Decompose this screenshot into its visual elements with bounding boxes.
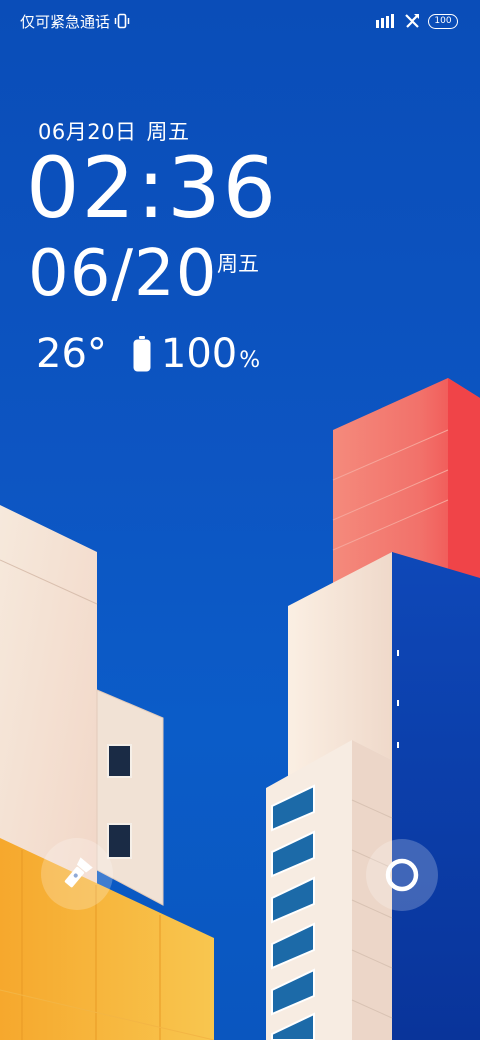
carrier-info: 仅可紧急通话 [20, 11, 130, 32]
flashlight-shortcut-button[interactable] [41, 838, 113, 910]
lock-screen: 仅可紧急通话 100 06月20日 周五 02:36 06/20 周五 26° … [0, 0, 480, 1040]
camera-icon [385, 858, 419, 892]
clock-time: 02:36 [26, 139, 279, 237]
signal-icon [376, 14, 394, 28]
no-sim-icon [405, 14, 419, 28]
battery-level-icon [133, 336, 151, 372]
navy-building [392, 552, 480, 1040]
status-icons: 100 [376, 13, 458, 29]
battery-icon: 100 [428, 13, 458, 29]
flashlight-icon [64, 857, 93, 888]
temperature: 26° [36, 331, 107, 377]
battery-level: 100 [434, 15, 452, 26]
clock-weekday: 周五 [217, 252, 259, 276]
battery-percent: 100% [161, 334, 260, 374]
camera-shortcut-button[interactable] [366, 839, 438, 911]
carrier-text: 仅可紧急通话 [20, 12, 111, 31]
clock-date: 06/20 [28, 237, 218, 311]
vibrate-icon [114, 13, 130, 29]
info-row: 26° 100% [36, 334, 260, 374]
battery-value: 100 [160, 331, 238, 377]
status-bar: 仅可紧急通话 100 [0, 0, 480, 42]
battery-unit: % [239, 348, 261, 373]
